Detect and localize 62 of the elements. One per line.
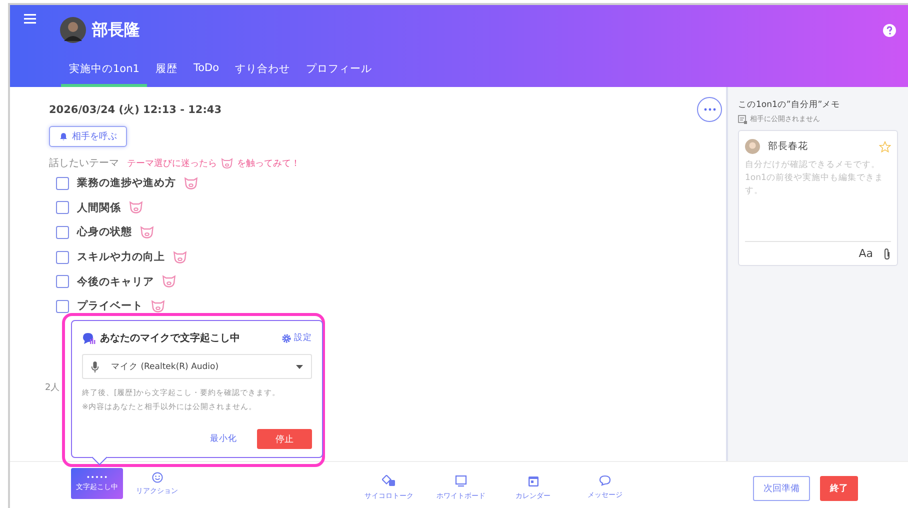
prepare-next-button[interactable]: 次回準備	[753, 476, 810, 501]
text-format-button[interactable]: Aa	[858, 247, 873, 260]
topic-label: 心身の状態	[77, 225, 132, 240]
pig-icon[interactable]	[184, 176, 198, 190]
popup-title: あなたのマイクで文字起こし中	[100, 331, 240, 345]
dropdown-caret-icon	[296, 364, 303, 368]
section-label: 話したいテーマ	[49, 156, 119, 170]
tab[interactable]: 履歴	[147, 56, 186, 87]
speech-bubble-icon	[599, 475, 611, 486]
topic-label: 業務の進捗や進め方	[77, 176, 176, 190]
checkbox[interactable]	[56, 201, 69, 214]
topic-label: スキルや力の向上	[77, 250, 165, 264]
end-button[interactable]: 終了	[820, 476, 858, 501]
checkbox[interactable]	[56, 250, 69, 264]
more-button[interactable]	[697, 97, 722, 122]
pig-icon	[221, 158, 233, 168]
whiteboard-icon	[455, 475, 467, 487]
help-icon[interactable]	[883, 24, 896, 36]
tab[interactable]: ToDo	[185, 56, 228, 87]
topic-label: 今後のキャリア	[77, 274, 154, 289]
menu-icon[interactable]	[24, 14, 36, 24]
checkbox[interactable]	[56, 226, 69, 239]
hint-text: を触ってみて！	[237, 158, 300, 170]
pig-icon[interactable]	[151, 300, 165, 313]
call-partner-button[interactable]: 相手を呼ぶ	[49, 126, 127, 147]
user-name: 部長隆	[92, 20, 140, 40]
smiley-icon	[152, 472, 162, 482]
checkbox[interactable]	[56, 275, 69, 288]
star-icon[interactable]	[879, 140, 891, 152]
attachment-icon[interactable]	[883, 248, 891, 260]
microphone-select[interactable]: マイク (Realtek(R) Audio)	[82, 354, 312, 379]
dots-icon	[86, 475, 108, 479]
avatar-icon	[60, 17, 86, 43]
memo-author: 部長春花	[768, 140, 808, 153]
stop-button[interactable]: 停止	[257, 429, 312, 449]
settings-icon	[282, 334, 291, 342]
private-icon	[738, 114, 747, 124]
transcription-icon	[82, 332, 96, 344]
microphone-icon	[91, 360, 99, 372]
topic-label: プライベート	[77, 299, 143, 314]
session-datetime: 2026/03/24 (火) 12:13 - 12:43	[49, 102, 222, 116]
hint-text: テーマ選びに迷ったら	[127, 158, 217, 170]
tab[interactable]: 実施中の1on1	[61, 56, 148, 87]
tab[interactable]: プロフィール	[298, 56, 380, 87]
dice-icon	[382, 475, 396, 487]
calendar-icon	[528, 475, 538, 487]
section-label: 2人	[45, 382, 60, 394]
checkbox[interactable]	[56, 176, 69, 190]
avatar-icon	[745, 139, 760, 154]
bell-icon	[59, 132, 68, 141]
pig-icon[interactable]	[129, 201, 143, 214]
minimize-button[interactable]: 最小化	[210, 433, 237, 445]
pig-icon[interactable]	[173, 250, 187, 264]
memo-editor[interactable]: 部長春花 自分だけが確認できるメモです。1on1の前後や実施中も編集できます。 Aa	[738, 130, 898, 266]
pig-icon[interactable]	[162, 275, 176, 288]
checkbox[interactable]	[56, 300, 69, 313]
topic-label: 人間関係	[77, 200, 121, 215]
memo-title: この1on1の”自分用”メモ	[738, 99, 840, 111]
ellipsis-icon	[704, 108, 716, 111]
tab[interactable]: すり合わせ	[227, 56, 298, 87]
settings-link[interactable]: 設定	[282, 332, 312, 344]
pig-icon[interactable]	[140, 226, 154, 239]
